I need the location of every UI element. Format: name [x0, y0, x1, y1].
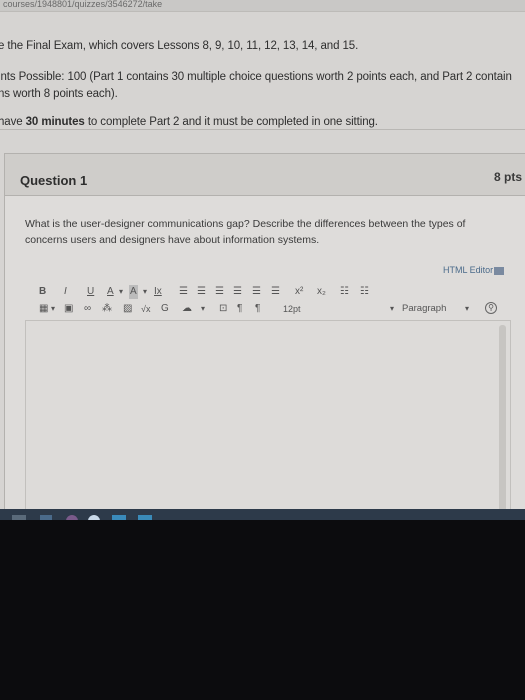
instructions-line-1: e the Final Exam, which covers Lessons 8… [0, 40, 359, 52]
link-icon[interactable]: ∞ [84, 302, 91, 316]
chevron-down-icon[interactable]: ▾ [143, 285, 147, 299]
question-title: Question 1 [20, 173, 88, 188]
browser-icon[interactable] [88, 515, 100, 520]
divider [0, 129, 525, 130]
bold-button[interactable]: B [39, 285, 46, 299]
record-icon[interactable]: ⊡ [219, 302, 227, 316]
subscript-button[interactable]: x₂ [317, 285, 326, 299]
ltr-icon[interactable]: ¶ [237, 302, 242, 316]
text-color-button[interactable]: A [107, 285, 114, 299]
question-header: Question 1 8 pts [5, 154, 525, 196]
media-icon[interactable]: ▣ [64, 302, 73, 316]
app-icon[interactable] [66, 515, 78, 520]
cloud-icon[interactable]: ☁ [182, 302, 192, 316]
question-card: Question 1 8 pts What is the user-design… [4, 153, 525, 520]
line4-post: to complete Part 2 and it must be comple… [84, 116, 378, 128]
mail-icon[interactable] [138, 515, 152, 520]
editor-toolbar-row-1: B I U A ▾ A ▾ Ix ☰ ☰ ☰ ☰ ☰ ☰ x² x₂ ☷ ☷ [37, 285, 517, 301]
address-bar[interactable]: courses/1948801/quizzes/3546272/take [0, 0, 525, 12]
embed-icon[interactable]: G [161, 302, 169, 316]
editor-toolbar-row-2: ▦ ▾ ▣ ∞ ⁂ ▨ √x G ☁ ▾ ⊡ ¶ ¶ 12pt ▾ Paragr… [37, 302, 517, 318]
taskbar [0, 509, 525, 520]
align-justify-icon[interactable]: ☰ [233, 285, 242, 299]
chevron-down-icon[interactable]: ▾ [119, 285, 123, 299]
html-editor-label: HTML Editor [443, 265, 494, 275]
browser-screen: courses/1948801/quizzes/3546272/take e t… [0, 0, 525, 520]
file-explorer-icon[interactable] [40, 515, 52, 520]
bullet-list-icon[interactable]: ☷ [340, 285, 349, 299]
underline-button[interactable]: U [87, 285, 94, 299]
line4-pre: have [0, 116, 26, 128]
align-left-icon[interactable]: ☰ [179, 285, 188, 299]
image-icon[interactable]: ▨ [123, 302, 132, 316]
clear-formatting-button[interactable]: Ix [154, 285, 162, 299]
url-text: courses/1948801/quizzes/3546272/take [3, 0, 163, 9]
question-points: 8 pts [493, 170, 522, 184]
editor-scrollbar[interactable] [499, 325, 506, 515]
answer-editor[interactable] [25, 320, 511, 520]
italic-button[interactable]: I [64, 285, 67, 299]
start-icon[interactable] [12, 515, 26, 520]
outdent-icon[interactable]: ☰ [271, 285, 280, 299]
chevron-down-icon[interactable]: ▾ [201, 302, 205, 316]
chevron-down-icon[interactable]: ▾ [465, 302, 469, 316]
numbered-list-icon[interactable]: ☷ [360, 285, 369, 299]
html-editor-icon [494, 266, 505, 275]
math-icon[interactable]: √x [141, 302, 150, 316]
align-right-icon[interactable]: ☰ [215, 285, 224, 299]
chevron-down-icon[interactable]: ▾ [51, 302, 55, 316]
font-size-select[interactable]: 12pt [283, 302, 301, 316]
paragraph-select[interactable]: Paragraph [402, 302, 446, 316]
align-center-icon[interactable]: ☰ [197, 285, 206, 299]
table-icon[interactable]: ▦ [39, 302, 48, 316]
background-color-button[interactable]: A [129, 285, 138, 299]
question-text: What is the user-designer communications… [25, 218, 466, 246]
chevron-down-icon[interactable]: ▾ [390, 302, 394, 316]
store-icon[interactable] [112, 515, 126, 520]
time-limit: 30 minutes [25, 116, 85, 128]
instructions-line-2: ints Possible: 100 (Part 1 contains 30 m… [0, 71, 512, 83]
accessibility-icon[interactable]: ⚲ [485, 302, 497, 314]
instructions-line-3: ns worth 8 points each). [0, 88, 118, 100]
superscript-button[interactable]: x² [295, 285, 303, 299]
unlink-icon[interactable]: ⁂ [102, 302, 112, 316]
rtl-icon[interactable]: ¶ [255, 302, 260, 316]
html-editor-link[interactable]: HTML Editor [443, 265, 505, 275]
indent-icon[interactable]: ☰ [252, 285, 261, 299]
